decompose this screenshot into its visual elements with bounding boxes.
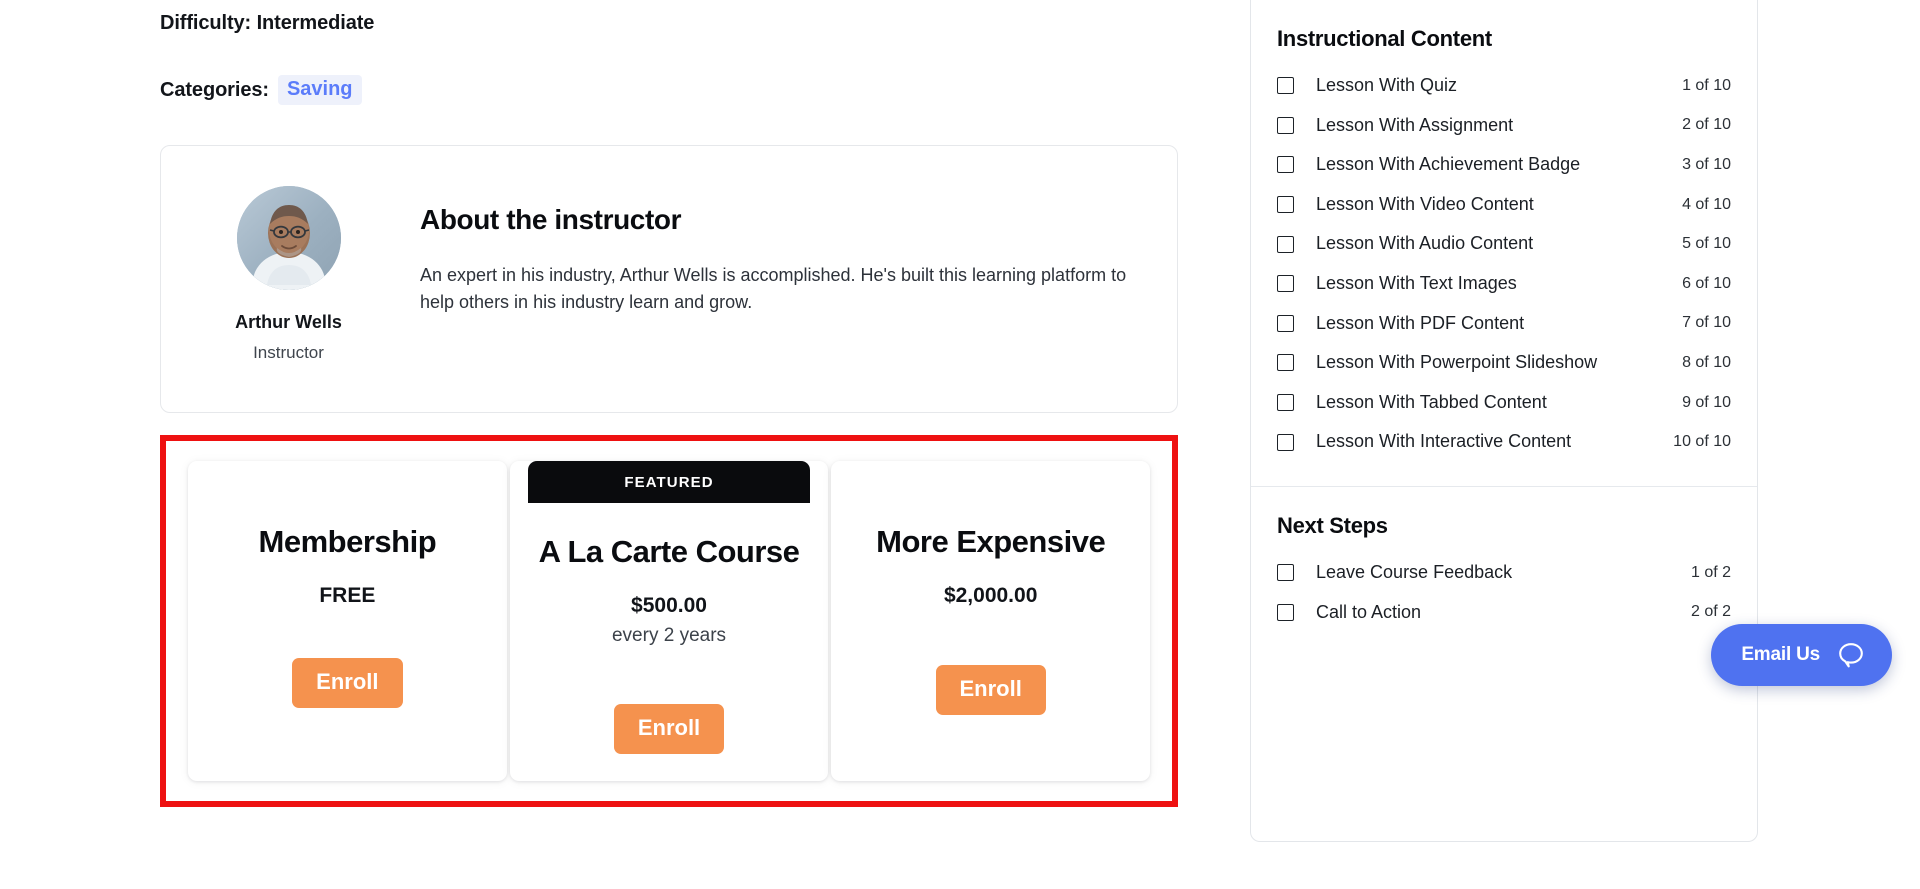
pricing-cards-row: Membership FREE Enroll FEATURED A La Car…: [188, 461, 1151, 781]
lesson-progress-count: 1 of 2: [1690, 563, 1731, 581]
lesson-checkbox[interactable]: [1277, 235, 1294, 253]
lesson-row[interactable]: Lesson With Video Content 4 of 10: [1277, 185, 1731, 225]
instructional-lesson-list: Lesson With Quiz 1 of 10 Lesson With Assig…: [1277, 66, 1731, 462]
lesson-label: Lesson With Tabbed Content: [1316, 391, 1547, 412]
lesson-label: Lesson With PDF Content: [1316, 312, 1525, 333]
lesson-row[interactable]: Lesson With Audio Content 5 of 10: [1277, 224, 1731, 264]
lesson-label: Lesson With Audio Content: [1316, 233, 1534, 254]
difficulty-label: Difficulty: Intermediate: [160, 12, 375, 34]
next-steps-list: Leave Course Feedback 1 of 2 Call to Actio…: [1277, 553, 1731, 632]
lesson-row[interactable]: Lesson With Achievement Badge 3 of 10: [1277, 145, 1731, 185]
email-us-widget[interactable]: Email Us: [1711, 624, 1892, 686]
lesson-progress-count: 5 of 10: [1682, 235, 1731, 253]
category-chip-saving[interactable]: Saving: [277, 75, 362, 105]
lesson-label: Leave Course Feedback: [1316, 561, 1513, 582]
lesson-progress-count: 4 of 10: [1682, 195, 1731, 213]
lesson-row[interactable]: Lesson With Powerpoint Slideshow 8 of 10: [1277, 343, 1731, 383]
course-page: Difficulty: Intermediate Categories: Sav…: [0, 0, 1920, 889]
featured-badge: FEATURED: [527, 461, 811, 503]
course-sidebar: Instructional Content Lesson With Quiz 1 …: [1250, 0, 1770, 889]
lesson-checkbox[interactable]: [1277, 394, 1294, 412]
lesson-row[interactable]: Leave Course Feedback 1 of 2: [1277, 553, 1731, 593]
next-steps-section: Next Steps Leave Course Feedback 1 of 2 Ca…: [1251, 487, 1757, 640]
instructor-name: Arthur Wells: [235, 312, 342, 332]
lesson-checkbox[interactable]: [1277, 354, 1294, 372]
lesson-label: Lesson With Interactive Content: [1316, 431, 1572, 452]
lesson-row[interactable]: Lesson With Interactive Content 10 of 10: [1277, 422, 1731, 462]
lesson-label: Call to Action: [1316, 601, 1422, 622]
lesson-label: Lesson With Video Content: [1316, 193, 1534, 214]
course-main-column: Difficulty: Intermediate Categories: Sav…: [0, 0, 1250, 889]
instructional-content-heading: Instructional Content: [1277, 26, 1492, 51]
pricing-card-a-la-carte[interactable]: FEATURED A La Carte Course $500.00 every…: [509, 461, 829, 781]
lesson-progress-count: 6 of 10: [1682, 274, 1731, 292]
sidebar-panel: Instructional Content Lesson With Quiz 1 …: [1250, 0, 1758, 842]
lesson-progress-count: 10 of 10: [1673, 433, 1731, 451]
lesson-row[interactable]: Lesson With Assignment 2 of 10: [1277, 106, 1731, 146]
instructional-content-section: Instructional Content Lesson With Quiz 1 …: [1251, 0, 1757, 470]
instructor-bio: An expert in his industry, Arthur Wells …: [420, 265, 1127, 313]
pricing-highlight-region: Membership FREE Enroll FEATURED A La Car…: [160, 435, 1178, 807]
instructor-card: Arthur Wells Instructor About the instru…: [160, 145, 1178, 413]
pricing-card-price: $500.00: [631, 593, 707, 617]
lesson-label: Lesson With Powerpoint Slideshow: [1316, 352, 1598, 373]
lesson-checkbox[interactable]: [1277, 603, 1294, 621]
pricing-card-price: FREE: [319, 583, 376, 607]
lesson-row[interactable]: Lesson With PDF Content 7 of 10: [1277, 304, 1731, 344]
lesson-checkbox[interactable]: [1277, 116, 1294, 134]
lesson-row[interactable]: Lesson With Tabbed Content 9 of 10: [1277, 383, 1731, 423]
instructor-about: About the instructor An expert in his in…: [420, 180, 1137, 372]
pricing-card-title: A La Carte Course: [538, 534, 800, 569]
lesson-label: Lesson With Quiz: [1316, 75, 1458, 95]
lesson-progress-count: 2 of 2: [1690, 603, 1731, 621]
lesson-row[interactable]: Lesson With Quiz 1 of 10: [1277, 66, 1731, 106]
instructor-role: Instructor: [253, 343, 324, 362]
email-us-label: Email Us: [1741, 644, 1820, 665]
chat-bubble-icon: [1836, 640, 1866, 670]
lesson-row[interactable]: Call to Action 2 of 2: [1277, 593, 1731, 633]
pricing-card-billing-period: every 2 years: [611, 624, 727, 646]
lesson-row[interactable]: Lesson With Text Images 6 of 10: [1277, 264, 1731, 304]
categories-label: Categories:: [160, 78, 269, 101]
lesson-progress-count: 3 of 10: [1682, 155, 1731, 173]
instructor-identity: Arthur Wells Instructor: [201, 180, 376, 372]
next-steps-heading: Next Steps: [1277, 512, 1388, 538]
lesson-checkbox[interactable]: [1277, 156, 1294, 174]
lesson-checkbox[interactable]: [1277, 433, 1294, 451]
pricing-card-price: $2,000.00: [943, 583, 1038, 607]
lesson-label: Lesson With Assignment: [1316, 114, 1514, 135]
about-instructor-heading: About the instructor: [420, 204, 682, 235]
lesson-progress-count: 9 of 10: [1682, 393, 1731, 411]
lesson-progress-count: 1 of 10: [1682, 76, 1731, 94]
enroll-button-a-la-carte[interactable]: Enroll: [613, 703, 725, 754]
lesson-progress-count: 8 of 10: [1682, 353, 1731, 371]
lesson-checkbox[interactable]: [1277, 275, 1294, 293]
lesson-progress-count: 7 of 10: [1682, 314, 1731, 332]
lesson-checkbox[interactable]: [1277, 564, 1294, 582]
pricing-card-title: More Expensive: [876, 524, 1106, 559]
lesson-label: Lesson With Text Images: [1316, 272, 1517, 293]
categories-row: Categories: Saving: [160, 75, 1250, 105]
lesson-checkbox[interactable]: [1277, 196, 1294, 214]
lesson-label: Lesson With Achievement Badge: [1316, 154, 1581, 175]
pricing-card-membership[interactable]: Membership FREE Enroll: [188, 461, 507, 781]
pricing-card-more-expensive[interactable]: More Expensive $2,000.00 Enroll: [831, 461, 1151, 781]
instructor-photo: [236, 186, 341, 290]
pricing-card-title: Membership: [258, 524, 437, 559]
enroll-button-membership[interactable]: Enroll: [292, 657, 403, 708]
lesson-checkbox[interactable]: [1277, 77, 1294, 95]
lesson-progress-count: 2 of 10: [1682, 116, 1731, 134]
enroll-button-more-expensive[interactable]: Enroll: [935, 664, 1046, 715]
lesson-checkbox[interactable]: [1277, 314, 1294, 332]
